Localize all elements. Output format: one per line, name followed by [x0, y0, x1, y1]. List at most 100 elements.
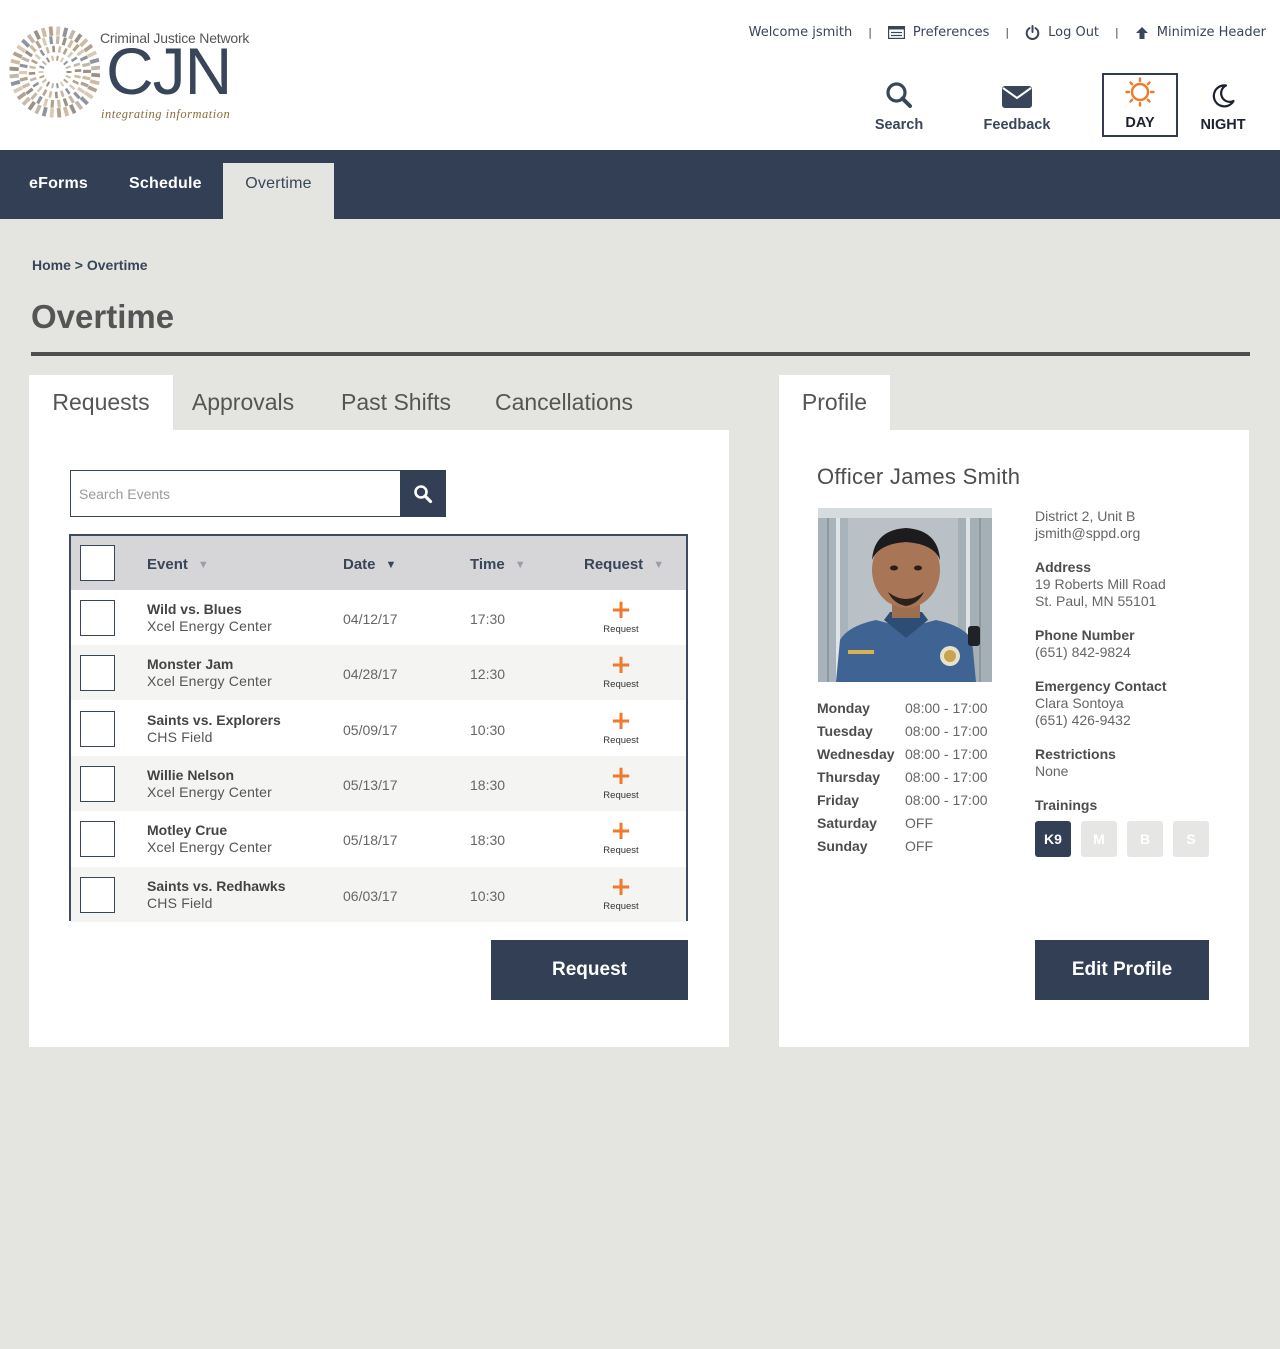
emergency-contact-name: Clara Sontoya: [1035, 695, 1124, 711]
row-checkbox[interactable]: [80, 765, 115, 802]
column-header-time[interactable]: Time ▼: [470, 556, 526, 573]
power-icon: [1025, 25, 1040, 40]
breadcrumb-current: Overtime: [86, 257, 148, 273]
plus-icon: +: [610, 650, 632, 681]
nav-item-eforms[interactable]: eForms: [9, 163, 108, 219]
search-events-input[interactable]: [70, 470, 400, 517]
feedback-button[interactable]: Feedback: [979, 73, 1055, 137]
feedback-label: Feedback: [983, 117, 1051, 133]
search-label: Search: [874, 117, 924, 133]
event-date: 04/12/17: [343, 611, 398, 627]
table-row: Willie Nelson Xcel Energy Center 05/13/17 1…: [71, 755, 686, 811]
edit-profile-button[interactable]: Edit Profile: [1035, 940, 1209, 1000]
event-time: 12:30: [470, 666, 506, 683]
row-checkbox[interactable]: [80, 876, 115, 913]
schedule-day: Friday: [817, 792, 860, 808]
event-date: 05/13/17: [343, 776, 398, 793]
event-name: Saints vs. Redhawks: [147, 877, 286, 894]
time-header-label: Time: [470, 556, 505, 573]
moon-icon: [1212, 84, 1235, 108]
table-row: Monster Jam Xcel Energy Center 04/28/17 12:…: [71, 645, 686, 701]
tab-approvals[interactable]: Approvals: [173, 375, 313, 430]
event-name: Saints vs. Explorers: [147, 711, 281, 728]
envelope-icon: [1002, 86, 1032, 108]
event-header-label: Event: [147, 556, 188, 573]
welcome-text: Welcome jsmith: [748, 25, 853, 40]
sort-arrow-icon: ▼: [197, 558, 209, 571]
training-badge[interactable]: K9: [1035, 821, 1071, 857]
search-events-button[interactable]: [400, 470, 446, 517]
event-venue: Xcel Energy Center: [147, 673, 272, 690]
training-badge[interactable]: S: [1173, 821, 1209, 857]
event-name: Monster Jam: [147, 656, 234, 673]
day-mode-button[interactable]: DAY: [1102, 73, 1178, 137]
column-header-request[interactable]: Request ▼: [584, 556, 664, 573]
phone-label: Phone Number: [1035, 627, 1135, 643]
column-header-event[interactable]: Event ▼: [147, 556, 209, 573]
emergency-contact-label: Emergency Contact: [1035, 678, 1167, 694]
events-table: Event ▼ Date ▼ Time ▼ Request ▼ Wild vs. Blu…: [69, 534, 688, 922]
plus-icon: +: [610, 760, 632, 791]
cjn-logo[interactable]: Criminal Justice Network CJN integrating…: [8, 22, 258, 122]
row-checkbox[interactable]: [80, 600, 115, 636]
row-checkbox[interactable]: [80, 655, 115, 692]
request-shift-button[interactable]: + Request: [591, 708, 651, 746]
row-checkbox[interactable]: [80, 821, 115, 858]
sort-arrow-icon: ▼: [653, 558, 665, 571]
request-shift-button[interactable]: + Request: [591, 760, 651, 801]
preferences-link[interactable]: Preferences: [887, 25, 989, 40]
schedule-day: Tuesday: [817, 723, 873, 739]
day-label: DAY: [1125, 115, 1155, 131]
plus-icon: +: [610, 816, 632, 847]
table-row: Motley Crue Xcel Energy Center 05/18/17 18:…: [71, 811, 686, 866]
request-shift-label: Request: [603, 845, 639, 857]
night-mode-button[interactable]: NIGHT: [1185, 73, 1261, 137]
tab-requests[interactable]: Requests: [29, 375, 173, 430]
schedule-day: Saturday: [817, 815, 877, 831]
training-badge[interactable]: B: [1127, 821, 1163, 857]
header-search-button[interactable]: Search: [861, 73, 937, 137]
event-venue: Xcel Energy Center: [147, 618, 272, 634]
event-venue: CHS Field: [147, 728, 213, 745]
event-date: 05/09/17: [343, 721, 398, 738]
tab-cancellations[interactable]: Cancellations: [479, 375, 649, 430]
night-label: NIGHT: [1200, 117, 1246, 133]
tab-profile[interactable]: Profile: [779, 375, 890, 430]
emergency-contact-phone: (651) 426-9432: [1035, 712, 1131, 728]
phone-text: (651) 842-9824: [1035, 644, 1131, 660]
preferences-icon: [887, 26, 905, 39]
schedule-day: Wednesday: [817, 746, 895, 762]
select-all-checkbox[interactable]: [80, 545, 115, 581]
title-divider: [31, 352, 1250, 356]
divider: |: [868, 26, 872, 39]
logout-link[interactable]: Log Out: [1025, 25, 1099, 40]
request-shift-label: Request: [603, 734, 639, 746]
nav-item-schedule[interactable]: Schedule: [109, 163, 222, 219]
breadcrumb-home[interactable]: Home: [32, 257, 71, 273]
event-venue: Xcel Energy Center: [147, 783, 272, 800]
officer-name: Officer James Smith: [817, 464, 1021, 489]
column-header-date[interactable]: Date ▼: [343, 556, 396, 573]
request-header-label: Request: [584, 556, 644, 573]
training-badge[interactable]: M: [1081, 821, 1117, 857]
table-row: Wild vs. Blues Xcel Energy Center 04/12/17…: [71, 590, 686, 645]
event-date: 06/03/17: [343, 887, 398, 904]
request-shift-button[interactable]: + Request: [591, 874, 651, 912]
tab-past-shifts[interactable]: Past Shifts: [322, 375, 470, 430]
row-checkbox[interactable]: [80, 710, 115, 747]
request-shift-label: Request: [603, 624, 639, 635]
event-time: 18:30: [470, 832, 506, 849]
nav-item-overtime[interactable]: Overtime: [223, 163, 334, 219]
search-icon: [414, 484, 433, 503]
minimize-header-link[interactable]: Minimize Header: [1135, 25, 1266, 40]
officer-photo: [818, 508, 992, 682]
event-name: Motley Crue: [147, 822, 228, 839]
request-button[interactable]: Request: [491, 940, 688, 1000]
logo-initials: CJN: [106, 34, 232, 108]
request-shift-button[interactable]: + Request: [591, 816, 651, 857]
request-shift-button[interactable]: + Request: [591, 650, 651, 690]
sort-arrow-icon: ▼: [385, 558, 397, 571]
breadcrumb-separator: >: [74, 257, 83, 273]
email-text[interactable]: jsmith@sppd.org: [1035, 525, 1140, 541]
request-shift-button[interactable]: + Request: [591, 597, 651, 635]
